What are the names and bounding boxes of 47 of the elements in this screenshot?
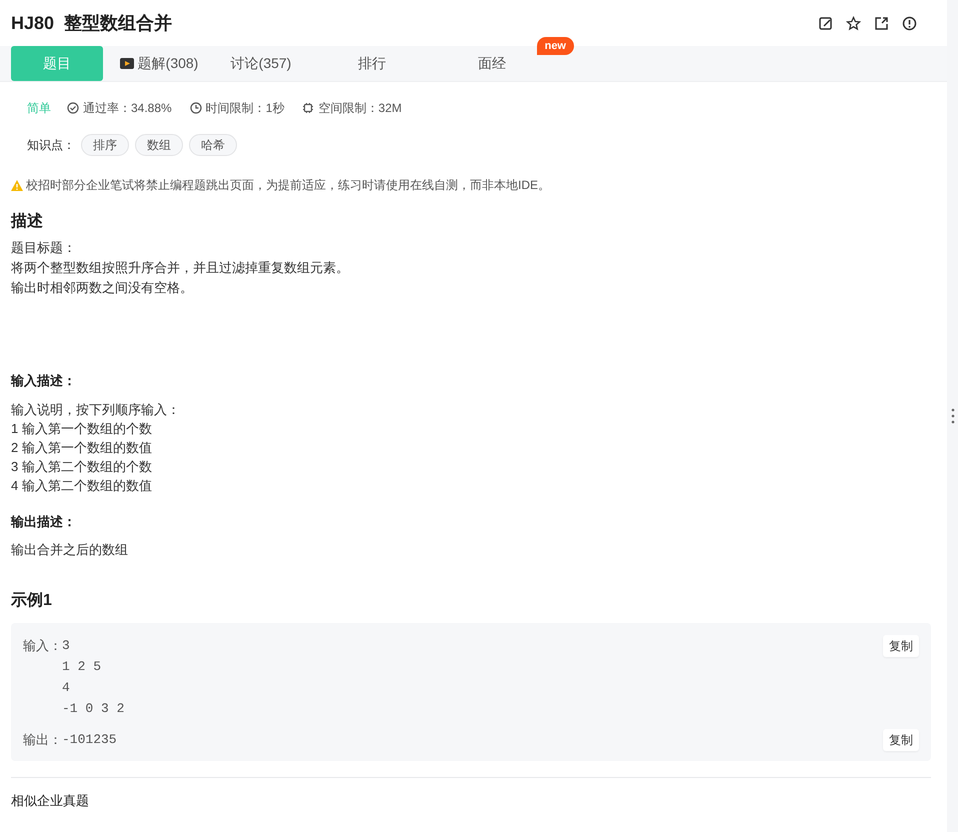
knowledge-label: 知识点： [27, 137, 75, 154]
tag[interactable]: 数组 [135, 134, 183, 156]
tab[interactable]: 排行 [317, 46, 427, 81]
description-line: 2 输入第一个数组的数值 [11, 438, 153, 456]
code-line: -1 0 3 2 [62, 700, 124, 718]
copy-button[interactable]: 复制 [883, 729, 919, 751]
alert-icon[interactable] [902, 16, 917, 30]
notice-text: 校招时部分企业笔试将禁止编程题跳出页面，为提前适应，练习时请使用在线自测，而非本地IDE。 [26, 177, 550, 194]
description-line: 题目标题： [11, 239, 77, 257]
stat-label: 时间限制：1秒 [206, 100, 284, 117]
code-line: -101235 [62, 731, 117, 749]
copy-button[interactable]: 复制 [883, 635, 919, 657]
description-line: 4 输入第二个数组的数值 [11, 476, 153, 494]
code-line: 4 [62, 679, 71, 697]
code-line: 1 2 5 [62, 658, 102, 676]
problem-title: HJ80 整型数组合并 [11, 12, 172, 34]
example-label: 输入： [23, 637, 62, 655]
edit-icon[interactable] [818, 16, 833, 30]
clock-icon [190, 102, 202, 114]
subsection-heading: 输入描述： [10, 372, 77, 390]
share-icon[interactable] [874, 16, 889, 30]
stat-label: 通过率：34.88% [83, 100, 172, 117]
tab[interactable]: 题解(308) [113, 46, 205, 81]
description-line: 输出合并之后的数组 [11, 541, 129, 559]
video-icon [120, 58, 134, 69]
chip-icon [302, 102, 314, 114]
description-line: 1 输入第一个数组的个数 [11, 420, 153, 438]
difficulty-label: 简单 [27, 100, 51, 117]
star-icon[interactable] [846, 16, 861, 30]
section-heading: 示例1 [10, 591, 53, 611]
section-heading: 相似企业真题 [10, 792, 90, 810]
description-line: 输出时相邻两数之间没有空格。 [11, 279, 194, 297]
resize-handle-icon[interactable] [950, 408, 954, 424]
warning-icon [11, 180, 23, 190]
subsection-heading: 输出描述： [10, 512, 77, 530]
section-heading: 描述 [10, 212, 44, 232]
description-line: 3 输入第二个数组的个数 [11, 458, 153, 476]
tab[interactable]: 讨论(357) [215, 46, 307, 81]
check-circle-icon [67, 102, 79, 114]
new-badge: new [536, 37, 574, 55]
stat-label: 空间限制：32M [318, 100, 402, 117]
tag[interactable]: 哈希 [189, 134, 237, 156]
description-line: 将两个整型数组按照升序合并，并且过滤掉重复数组元素。 [11, 259, 350, 277]
tag[interactable]: 排序 [81, 134, 129, 156]
code-line: 3 [62, 637, 71, 655]
description-line: 输入说明，按下列顺序输入： [11, 400, 181, 418]
example-label: 输出： [23, 731, 62, 749]
